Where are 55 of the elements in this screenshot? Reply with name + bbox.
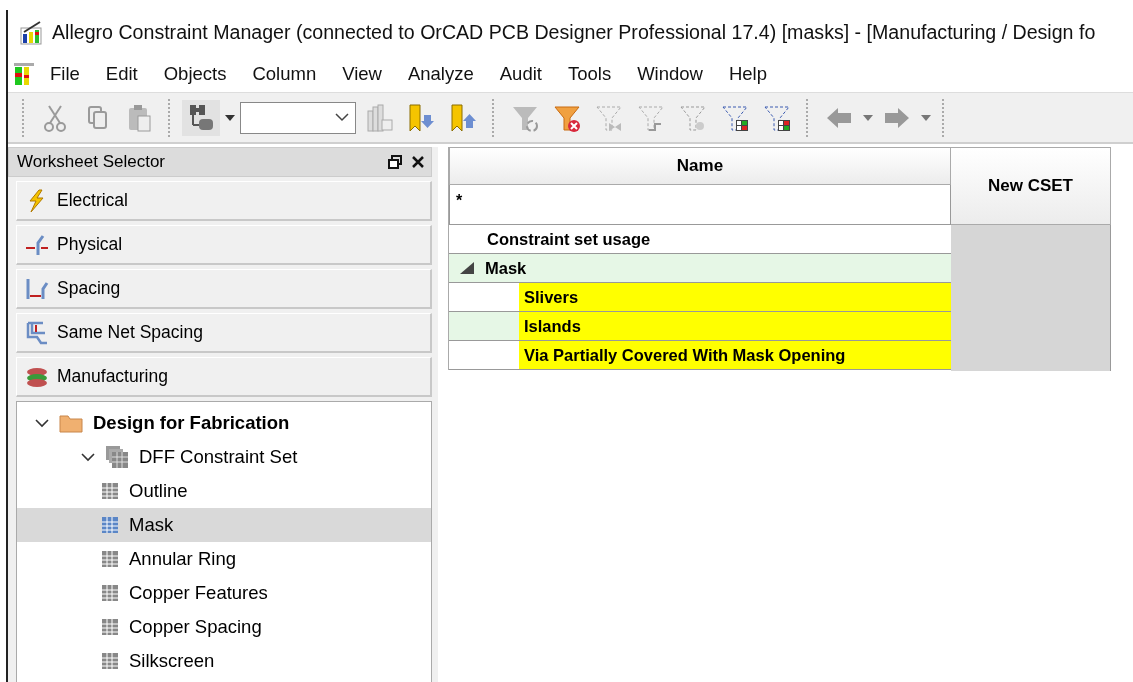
- table-cell: Via Partially Covered With Mask Opening: [519, 341, 951, 369]
- table-icon: [101, 584, 119, 602]
- tree-item[interactable]: Mask: [17, 508, 431, 542]
- menu-item[interactable]: File: [36, 60, 92, 88]
- menu-item[interactable]: Audit: [485, 60, 554, 88]
- table-icon: [101, 550, 119, 568]
- tree-item[interactable]: Annular Ring: [17, 542, 431, 576]
- panel-title: Worksheet Selector: [17, 151, 167, 174]
- spacing-icon: [25, 276, 49, 301]
- group-row[interactable]: Mask: [449, 254, 951, 282]
- tree-item[interactable]: Design for Fabrication: [17, 406, 431, 440]
- tree-item[interactable]: Outline: [17, 474, 431, 508]
- table-stack-icon: [105, 445, 129, 469]
- table-cell: Slivers: [519, 283, 951, 311]
- same-net-spacing-icon: [25, 320, 49, 345]
- table-cell-text: Constraint set usage: [486, 228, 652, 250]
- table-icon: [101, 516, 119, 534]
- tree-item[interactable]: Copper Features: [17, 576, 431, 610]
- menu-item[interactable]: Column: [238, 60, 329, 88]
- category-button[interactable]: Physical: [16, 225, 432, 265]
- menu-item[interactable]: Analyze: [393, 60, 486, 88]
- dropdown-arrow-icon[interactable]: [224, 113, 236, 122]
- restore-icon[interactable]: [387, 154, 403, 170]
- tree-item[interactable]: DFF Constraint Set: [17, 440, 431, 474]
- table-icon: [101, 618, 119, 636]
- menu-item[interactable]: Objects: [149, 60, 239, 88]
- app-icon: [18, 20, 44, 46]
- table-icon: [101, 652, 119, 670]
- window-title: Allegro Constraint Manager (connected to OrCAD PCB Designer Professional 17.4) [masks] - [Manufacturing / Design fo: [52, 20, 1096, 46]
- menu-item[interactable]: Window: [623, 60, 715, 88]
- filter-field[interactable]: *: [449, 185, 951, 225]
- menu-item[interactable]: View: [328, 60, 394, 88]
- menu-item[interactable]: Help: [714, 60, 779, 88]
- column-header[interactable]: New CSET: [951, 147, 1111, 225]
- expanded-triangle-icon[interactable]: [459, 261, 475, 275]
- category-button[interactable]: Same Net Spacing: [16, 313, 432, 353]
- bookmark-down-icon[interactable]: [407, 102, 435, 133]
- chevron-down-icon[interactable]: [81, 452, 95, 462]
- search-combo-field[interactable]: [240, 101, 356, 134]
- table-cell: Islands: [519, 312, 951, 340]
- folder-icon: [59, 413, 83, 433]
- tree-item[interactable]: Copper Spacing: [17, 610, 431, 644]
- tree-item[interactable]: Silkscreen: [17, 644, 431, 678]
- chevron-down-icon[interactable]: [35, 418, 49, 428]
- category-button[interactable]: Spacing: [16, 269, 432, 309]
- column-header[interactable]: Name: [449, 147, 951, 185]
- category-button[interactable]: Manufacturing: [16, 357, 432, 397]
- category-button[interactable]: Electrical: [16, 181, 432, 221]
- app-menu-icon[interactable]: [12, 61, 36, 87]
- menu-item[interactable]: Edit: [91, 60, 150, 88]
- close-icon[interactable]: [411, 155, 425, 169]
- menu-item[interactable]: Tools: [553, 60, 624, 88]
- bookmark-up-icon[interactable]: [449, 102, 477, 133]
- table-icon: [101, 482, 119, 500]
- trace-icon: [25, 232, 49, 257]
